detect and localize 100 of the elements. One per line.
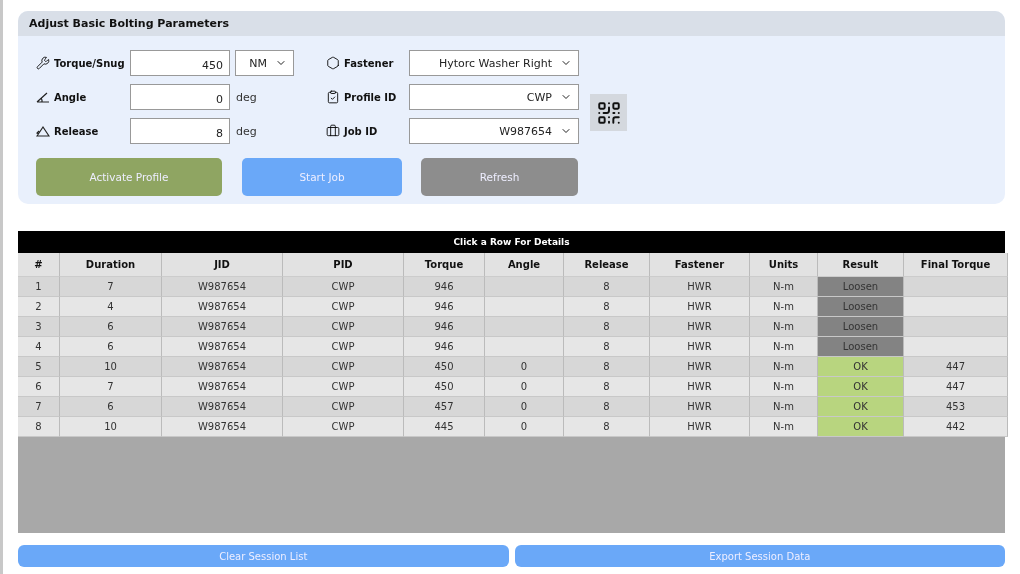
table-cell[interactable]: 0 [485, 377, 564, 397]
release-icon [36, 125, 50, 137]
table-cell[interactable]: N-m [750, 397, 818, 417]
table-cell[interactable]: W987654 [162, 337, 283, 357]
table-cell[interactable]: 3 [18, 317, 60, 337]
qr-code-icon [595, 99, 622, 126]
unit-label: deg [236, 90, 257, 104]
table-cell[interactable]: N-m [750, 417, 818, 437]
table-cell[interactable]: CWP [283, 417, 404, 437]
table-cell[interactable]: CWP [283, 297, 404, 317]
table-cell[interactable]: 4 [18, 337, 60, 357]
table-cell[interactable]: 2 [18, 297, 60, 317]
table-cell[interactable]: 450 [404, 357, 485, 377]
table-cell[interactable]: 8 [18, 417, 60, 437]
table-cell[interactable]: N-m [750, 357, 818, 377]
column-header: Units [750, 253, 818, 277]
table-cell[interactable]: 8 [564, 397, 650, 417]
table-cell[interactable]: HWR [650, 317, 750, 337]
table-cell[interactable]: CWP [283, 317, 404, 337]
field-label: Fastener [344, 57, 394, 69]
table-cell[interactable]: 6 [60, 397, 162, 417]
table-cell[interactable]: HWR [650, 417, 750, 437]
table-cell[interactable]: 10 [60, 357, 162, 377]
table-cell[interactable]: 445 [404, 417, 485, 437]
table-cell[interactable]: 6 [60, 317, 162, 337]
dropdown-field[interactable]: CWP [409, 84, 579, 110]
table-cell[interactable]: 946 [404, 317, 485, 337]
dropdown-field[interactable]: Hytorc Washer Right [409, 50, 579, 76]
table-cell[interactable]: 10 [60, 417, 162, 437]
table-cell[interactable]: 946 [404, 297, 485, 317]
table-cell[interactable]: 0 [485, 417, 564, 437]
table-cell[interactable]: 7 [60, 377, 162, 397]
table-cell[interactable]: N-m [750, 317, 818, 337]
table-cell[interactable]: 7 [60, 277, 162, 297]
table-cell[interactable]: N-m [750, 297, 818, 317]
table-cell[interactable]: W987654 [162, 417, 283, 437]
unit-dropdown[interactable]: NM [235, 50, 294, 76]
input-field[interactable]: 0 [130, 84, 230, 110]
table-cell[interactable]: N-m [750, 277, 818, 297]
table-cell[interactable]: 8 [564, 277, 650, 297]
input-field[interactable]: 8 [130, 118, 230, 144]
table-cell[interactable]: W987654 [162, 377, 283, 397]
table-cell[interactable]: 6 [18, 377, 60, 397]
result-cell[interactable]: OK [818, 417, 904, 437]
table-cell[interactable]: 8 [564, 417, 650, 437]
table-cell[interactable]: HWR [650, 377, 750, 397]
table-cell[interactable]: W987654 [162, 357, 283, 377]
field-label: Torque/Snug [54, 57, 125, 69]
table-cell[interactable]: 453 [904, 397, 1008, 417]
table-cell[interactable]: 7 [18, 397, 60, 417]
table-cell[interactable]: HWR [650, 277, 750, 297]
field-label: Job ID [344, 125, 378, 137]
table-cell[interactable]: W987654 [162, 397, 283, 417]
table-cell[interactable]: HWR [650, 357, 750, 377]
table-cell[interactable]: HWR [650, 337, 750, 357]
field-label: Release [54, 125, 99, 137]
column-header: Final Torque [904, 253, 1008, 277]
field-label: Angle [54, 91, 87, 103]
table-cell[interactable]: 4 [60, 297, 162, 317]
table-cell[interactable]: 447 [904, 357, 1008, 377]
table-cell[interactable]: CWP [283, 337, 404, 357]
result-cell[interactable]: OK [818, 357, 904, 377]
table-cell[interactable]: CWP [283, 377, 404, 397]
panel-title: Adjust Basic Bolting Parameters [18, 11, 1005, 36]
table-cell[interactable]: 8 [564, 297, 650, 317]
column-header: JID [162, 253, 283, 277]
table-cell[interactable]: 0 [485, 397, 564, 417]
result-cell[interactable]: OK [818, 397, 904, 417]
table-cell[interactable]: W987654 [162, 297, 283, 317]
table-cell[interactable]: CWP [283, 277, 404, 297]
unit-label: deg [236, 124, 257, 138]
table-cell[interactable]: N-m [750, 337, 818, 357]
input-field[interactable]: 450 [130, 50, 230, 76]
table-cell[interactable]: 946 [404, 337, 485, 357]
column-header: PID [283, 253, 404, 277]
table-cell[interactable]: 5 [18, 357, 60, 377]
column-header: Duration [60, 253, 162, 277]
table-cell[interactable]: 450 [404, 377, 485, 397]
result-cell[interactable]: OK [818, 377, 904, 397]
qr-code-button[interactable] [590, 94, 627, 131]
table-cell[interactable]: 1 [18, 277, 60, 297]
briefcase-icon [326, 124, 340, 138]
table-cell[interactable]: 6 [60, 337, 162, 357]
table-cell[interactable]: HWR [650, 297, 750, 317]
table-cell[interactable]: 447 [904, 377, 1008, 397]
table-cell[interactable]: 457 [404, 397, 485, 417]
table-cell[interactable]: W987654 [162, 277, 283, 297]
table-cell[interactable]: 8 [564, 377, 650, 397]
table-cell[interactable]: HWR [650, 397, 750, 417]
table-cell[interactable]: 8 [564, 337, 650, 357]
table-cell[interactable]: 8 [564, 357, 650, 377]
dropdown-field[interactable]: W987654 [409, 118, 579, 144]
table-cell[interactable]: 946 [404, 277, 485, 297]
table-cell[interactable]: 8 [564, 317, 650, 337]
table-cell[interactable]: CWP [283, 397, 404, 417]
table-cell[interactable]: 0 [485, 357, 564, 377]
table-cell[interactable]: CWP [283, 357, 404, 377]
table-cell[interactable]: N-m [750, 377, 818, 397]
table-cell[interactable]: W987654 [162, 317, 283, 337]
table-cell[interactable]: 442 [904, 417, 1008, 437]
